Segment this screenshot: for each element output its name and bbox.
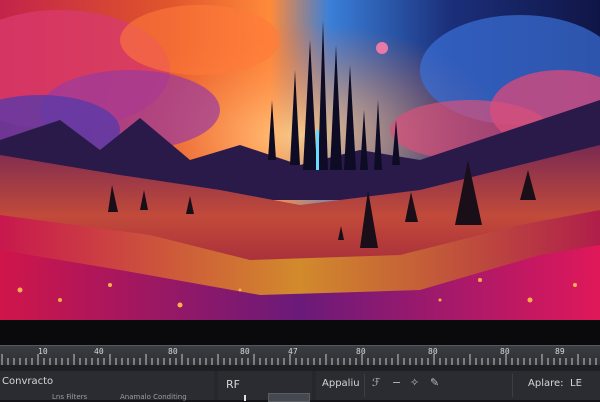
adjust-panel: Appaliu ℱ − ✧ ✎ Aplare: LE xyxy=(316,371,600,400)
minus-icon[interactable]: − xyxy=(392,376,401,389)
brush-icon[interactable]: ℱ xyxy=(372,376,381,389)
fantasy-castle-landscape-image xyxy=(0,0,600,323)
ruler-label: 80 xyxy=(500,347,510,356)
eyedropper-icon[interactable]: ✎ xyxy=(430,376,439,389)
aplare-value[interactable]: LE xyxy=(570,378,582,389)
ruler-label: 80 xyxy=(356,347,366,356)
divider xyxy=(364,374,365,397)
ruler-label: 89 xyxy=(555,347,565,356)
ruler-label: 40 xyxy=(94,347,104,356)
ruler-label: 10 xyxy=(38,347,48,356)
ruler-ticks xyxy=(1,354,597,365)
divider xyxy=(512,374,513,397)
compositor-label[interactable]: Convracto xyxy=(2,376,53,387)
timeline-ruler[interactable]: 10 40 80 80 47 80 80 80 89 xyxy=(0,345,600,366)
playhead-marker[interactable] xyxy=(244,395,246,401)
bottom-toolbar: Convracto Lns Filters Anamalo Conditing … xyxy=(0,371,600,402)
aplare-label: Aplare: xyxy=(528,378,564,389)
ruler-label: 47 xyxy=(288,347,298,356)
ruler-label: 80 xyxy=(168,347,178,356)
sparkle-icon[interactable]: ✧ xyxy=(410,376,419,389)
rf-scroll-thumb[interactable] xyxy=(268,393,310,402)
ruler-label: 80 xyxy=(240,347,250,356)
image-viewer xyxy=(0,0,600,323)
compositor-panel: Convracto Lns Filters Anamalo Conditing xyxy=(0,371,214,401)
viewer-gap xyxy=(0,320,600,345)
adjust-label[interactable]: Appaliu xyxy=(322,378,360,389)
ruler-label: 80 xyxy=(428,347,438,356)
rf-panel: RF xyxy=(218,371,312,402)
rf-label[interactable]: RF xyxy=(226,378,240,391)
